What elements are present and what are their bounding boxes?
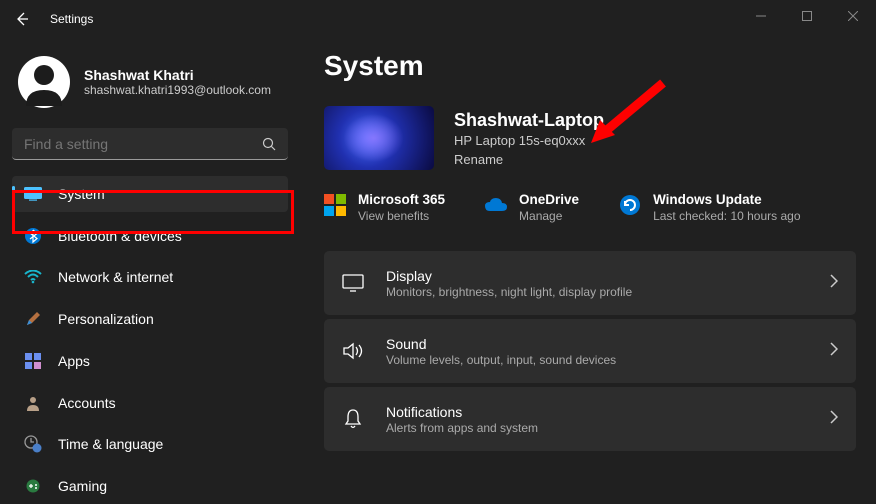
system-icon [24, 185, 42, 203]
gaming-icon [24, 477, 42, 495]
setting-sub: Volume levels, output, input, sound devi… [386, 353, 808, 367]
service-m365[interactable]: Microsoft 365 View benefits [324, 192, 445, 223]
display-icon [342, 272, 364, 294]
service-title: Windows Update [653, 192, 800, 207]
search-icon [262, 137, 276, 151]
minimize-button[interactable] [738, 0, 784, 32]
sidebar-item-apps[interactable]: Apps [12, 343, 288, 379]
window-title: Settings [50, 12, 93, 26]
sidebar-item-label: Time & language [58, 436, 163, 452]
sidebar-item-personalization[interactable]: Personalization [12, 301, 288, 337]
sidebar-item-label: Personalization [58, 311, 154, 327]
user-email: shashwat.khatri1993@outlook.com [84, 83, 271, 97]
chevron-right-icon [830, 274, 838, 293]
bell-icon [342, 408, 364, 430]
service-sub: Last checked: 10 hours ago [653, 209, 800, 223]
device-wallpaper-thumb[interactable] [324, 106, 434, 170]
setting-sub: Monitors, brightness, night light, displ… [386, 285, 808, 299]
wifi-icon [24, 268, 42, 286]
close-button[interactable] [830, 0, 876, 32]
sidebar-item-accounts[interactable]: Accounts [12, 385, 288, 421]
rename-link[interactable]: Rename [454, 152, 604, 167]
sidebar-item-gaming[interactable]: Gaming [12, 468, 288, 504]
sidebar-item-system[interactable]: System [12, 176, 288, 212]
device-name: Shashwat-Laptop [454, 110, 604, 131]
avatar-icon [18, 56, 70, 108]
maximize-icon [802, 11, 812, 21]
sound-icon [342, 340, 364, 362]
search-input[interactable] [24, 136, 262, 152]
setting-title: Display [386, 268, 808, 284]
minimize-icon [756, 11, 766, 21]
user-name: Shashwat Khatri [84, 67, 271, 83]
sidebar-item-label: Gaming [58, 478, 107, 494]
sidebar-item-label: Bluetooth & devices [58, 228, 182, 244]
onedrive-icon [485, 194, 507, 216]
sidebar-item-bluetooth[interactable]: Bluetooth & devices [12, 218, 288, 254]
setting-title: Notifications [386, 404, 808, 420]
setting-sub: Alerts from apps and system [386, 421, 808, 435]
maximize-button[interactable] [784, 0, 830, 32]
sidebar-item-label: Accounts [58, 395, 116, 411]
sidebar-item-label: System [58, 186, 105, 202]
device-model: HP Laptop 15s-eq0xxx [454, 133, 604, 148]
sidebar-item-label: Network & internet [58, 269, 173, 285]
service-update[interactable]: Windows Update Last checked: 10 hours ag… [619, 192, 800, 223]
setting-notifications[interactable]: Notifications Alerts from apps and syste… [324, 387, 856, 451]
m365-icon [324, 194, 346, 216]
setting-display[interactable]: Display Monitors, brightness, night ligh… [324, 251, 856, 315]
sidebar-item-label: Apps [58, 353, 90, 369]
paintbrush-icon [24, 310, 42, 328]
chevron-right-icon [830, 342, 838, 361]
close-icon [848, 11, 858, 21]
clock-globe-icon [24, 435, 42, 453]
windows-update-icon [619, 194, 641, 216]
chevron-right-icon [830, 410, 838, 429]
sidebar-item-network[interactable]: Network & internet [12, 260, 288, 296]
service-title: OneDrive [519, 192, 579, 207]
page-title: System [324, 50, 856, 82]
apps-icon [24, 352, 42, 370]
service-title: Microsoft 365 [358, 192, 445, 207]
back-button[interactable] [4, 1, 40, 37]
search-box[interactable] [12, 128, 288, 160]
sidebar-item-time-language[interactable]: Time & language [12, 427, 288, 463]
accounts-icon [24, 394, 42, 412]
bluetooth-icon [24, 227, 42, 245]
setting-sound[interactable]: Sound Volume levels, output, input, soun… [324, 319, 856, 383]
back-arrow-icon [14, 11, 30, 27]
service-onedrive[interactable]: OneDrive Manage [485, 192, 579, 223]
service-sub: Manage [519, 209, 579, 223]
user-profile[interactable]: Shashwat Khatri shashwat.khatri1993@outl… [12, 48, 288, 122]
service-sub: View benefits [358, 209, 445, 223]
setting-title: Sound [386, 336, 808, 352]
